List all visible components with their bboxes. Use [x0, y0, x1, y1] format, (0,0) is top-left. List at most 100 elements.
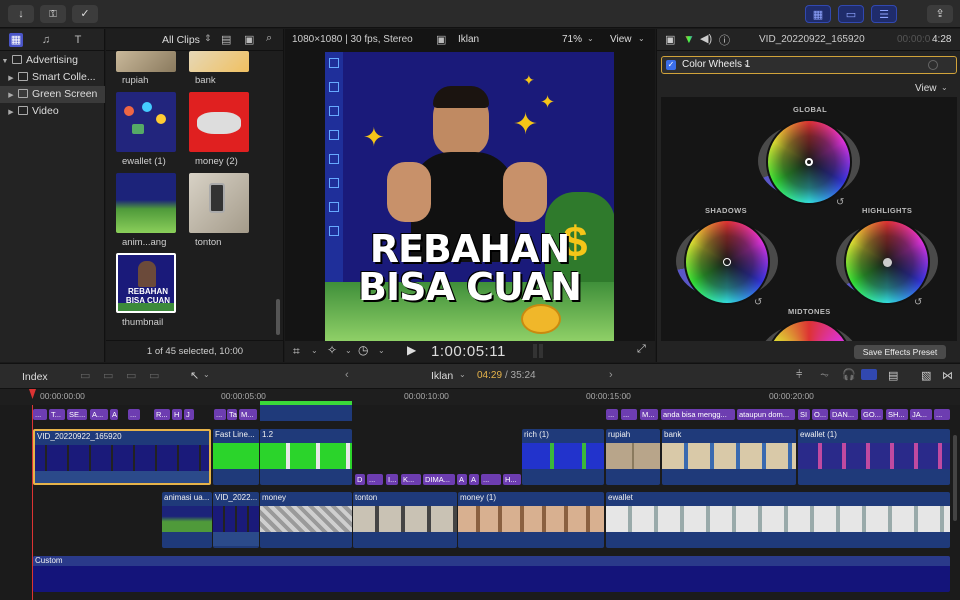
chevron-down-icon[interactable]: ⌄ — [378, 346, 385, 355]
caption-clip[interactable]: SH... — [886, 409, 908, 420]
chevron-down-icon[interactable]: ⌄ — [459, 370, 466, 379]
caption-clip[interactable]: K... — [401, 474, 421, 485]
audio-inspector-icon[interactable]: ◀) — [700, 32, 712, 45]
caption-clip[interactable]: Ta — [227, 409, 237, 420]
timeline-clip-tonton[interactable]: tonton — [353, 492, 457, 548]
shadows-color-wheel[interactable] — [684, 219, 770, 305]
viewer-video-frame[interactable]: ✦ ✦ ✦ ✦ $ REBAHAN BISA CUAN — [325, 52, 614, 341]
timeline-clip-money[interactable]: money — [260, 492, 352, 548]
green-screen-connected-clip[interactable] — [260, 405, 352, 421]
color-effect-selector[interactable]: ✓ Color Wheels 1 ⌄ — [661, 56, 957, 74]
caption-clip[interactable]: I... — [386, 474, 398, 485]
libraries-tab-icon[interactable]: ▦ — [9, 33, 23, 47]
caption-clip[interactable]: JA... — [910, 409, 932, 420]
show-browser-button[interactable]: ▦ — [805, 5, 831, 23]
caption-clip[interactable]: ataupun dom... — [737, 409, 795, 420]
clip-thumbnail-ewallet[interactable] — [116, 92, 176, 152]
caption-clip[interactable]: SI — [798, 409, 810, 420]
timeline-clip-animasi-uang[interactable]: animasi ua... — [162, 492, 212, 548]
fullscreen-icon[interactable]: ⤢ — [637, 343, 646, 356]
caption-clip[interactable]: GO... — [861, 409, 883, 420]
clip-thumbnail-thumbnail[interactable]: REBAHAN BISA CUAN — [116, 253, 176, 313]
caption-clip[interactable]: O... — [812, 409, 828, 420]
timeline-index-button[interactable]: Index — [22, 371, 48, 383]
viewer-timecode[interactable]: 1:00:05:11 — [431, 343, 506, 360]
chevron-down-icon[interactable]: ⌄ — [587, 34, 594, 43]
library-advertising[interactable]: ▼ Advertising — [0, 52, 105, 69]
caption-clip[interactable]: M... — [640, 409, 658, 420]
disclosure-closed-icon[interactable]: ▶ — [6, 104, 16, 121]
timeline-clip-fast-line[interactable]: Fast Line... — [213, 429, 259, 485]
show-inspector-button[interactable]: ☰ — [871, 5, 897, 23]
chevron-down-icon[interactable]: ⌄ — [345, 346, 352, 355]
clip-thumbnail-tonton[interactable] — [189, 173, 249, 233]
snapping-toggle[interactable] — [861, 369, 877, 380]
chevron-down-icon[interactable]: ⌄ — [941, 83, 948, 92]
caption-clip[interactable]: M... — [239, 409, 257, 420]
reset-arrow-icon[interactable]: ↺ — [836, 197, 844, 208]
video-inspector-icon[interactable]: ▣ — [665, 33, 675, 46]
reset-arrow-icon[interactable]: ↺ — [754, 297, 762, 308]
caption-clip[interactable]: ... — [934, 409, 950, 420]
background-tasks-button[interactable]: ✓ — [72, 5, 98, 23]
connect-clip-icon[interactable]: ▭ — [80, 369, 90, 382]
timeline-scrollbar[interactable] — [953, 435, 957, 521]
caption-clip[interactable]: A — [469, 474, 479, 485]
highlights-wheel-puck[interactable] — [883, 258, 892, 267]
caption-clip[interactable]: ... — [481, 474, 501, 485]
play-icon[interactable]: ▶ — [407, 343, 416, 357]
effect-enable-checkbox[interactable]: ✓ — [666, 60, 676, 70]
timeline-clip-custom[interactable]: Custom — [33, 556, 950, 592]
select-tool-icon[interactable]: ↖ — [190, 369, 199, 382]
skimming-icon[interactable]: ⫩ — [796, 369, 802, 382]
caption-clip[interactable]: DIMA... — [423, 474, 455, 485]
search-icon[interactable]: ⌕ — [266, 32, 272, 45]
playhead[interactable] — [32, 405, 33, 600]
info-inspector-icon[interactable]: ⓘ — [719, 32, 730, 48]
caption-clip[interactable]: H... — [503, 474, 521, 485]
save-effects-preset-button[interactable]: Save Effects Preset — [854, 345, 946, 359]
chevron-down-icon[interactable]: ⌄ — [311, 346, 318, 355]
viewer-view-menu[interactable]: View — [610, 34, 632, 45]
caption-clip[interactable]: ... — [33, 409, 47, 420]
event-green-screen[interactable]: ▶ Green Screen — [0, 86, 105, 103]
caption-clip[interactable]: H — [172, 409, 182, 420]
timeline-clip-ewallet[interactable]: ewallet — [606, 492, 950, 548]
browser-scrollbar[interactable] — [276, 299, 280, 335]
effect-name[interactable]: Color Wheels 1 — [682, 59, 750, 70]
chevron-down-icon[interactable]: ⌄ — [638, 34, 645, 43]
reset-arrow-icon[interactable]: ↺ — [914, 297, 922, 308]
inspector-view-menu[interactable]: View — [915, 83, 937, 94]
global-color-wheel[interactable] — [766, 119, 852, 205]
timeline-clip-ewallet-1[interactable]: ewallet (1) — [798, 429, 950, 485]
clip-appearance-icon[interactable]: ▤ — [221, 33, 231, 46]
share-button[interactable]: ⇪ — [927, 5, 953, 23]
disclosure-open-icon[interactable]: ▼ — [0, 53, 10, 70]
caption-clip[interactable]: anda bisa mengg... — [661, 409, 735, 420]
transform-icon[interactable]: ⌗ — [293, 344, 300, 359]
shadows-wheel-puck[interactable] — [723, 258, 731, 266]
overwrite-clip-icon[interactable]: ▭ — [149, 369, 159, 382]
headphones-icon[interactable]: 🎧 — [842, 368, 856, 381]
event-video[interactable]: ▶ Video — [0, 103, 105, 120]
disclosure-closed-icon[interactable]: ▶ — [6, 87, 16, 104]
timeline-clip-vid-20220922[interactable]: VID_20220922_165920 — [33, 429, 211, 485]
chevron-right-icon[interactable]: › — [609, 369, 613, 381]
caption-clip[interactable]: DAN... — [830, 409, 858, 420]
clip-thumbnail-animasi-uang[interactable] — [116, 173, 176, 233]
timeline-clip-vid-2022[interactable]: VID_2022... — [213, 492, 259, 548]
disclosure-closed-icon[interactable]: ▶ — [6, 70, 16, 87]
caption-clip[interactable]: ... — [367, 474, 383, 485]
caption-clip[interactable]: A... — [90, 409, 108, 420]
timeline-ruler[interactable]: 00:00:00:00 00:00:05:00 00:00:10:00 00:0… — [0, 389, 960, 405]
retime-speed-icon[interactable]: ◷ — [358, 343, 368, 357]
caption-clip[interactable]: SE... — [67, 409, 87, 420]
insert-clip-icon[interactable]: ▭ — [103, 369, 113, 382]
filmstrip-icon[interactable]: ▣ — [244, 33, 254, 46]
show-timeline-button[interactable]: ▭ — [838, 5, 864, 23]
enhance-wand-icon[interactable]: ✧ — [327, 343, 337, 357]
library-smart-collections[interactable]: ▶ Smart Colle... — [0, 69, 105, 86]
append-clip-icon[interactable]: ▭ — [126, 369, 136, 382]
timeline-project-name[interactable]: Iklan — [431, 370, 453, 382]
chevron-left-icon[interactable]: ‹ — [345, 369, 349, 381]
